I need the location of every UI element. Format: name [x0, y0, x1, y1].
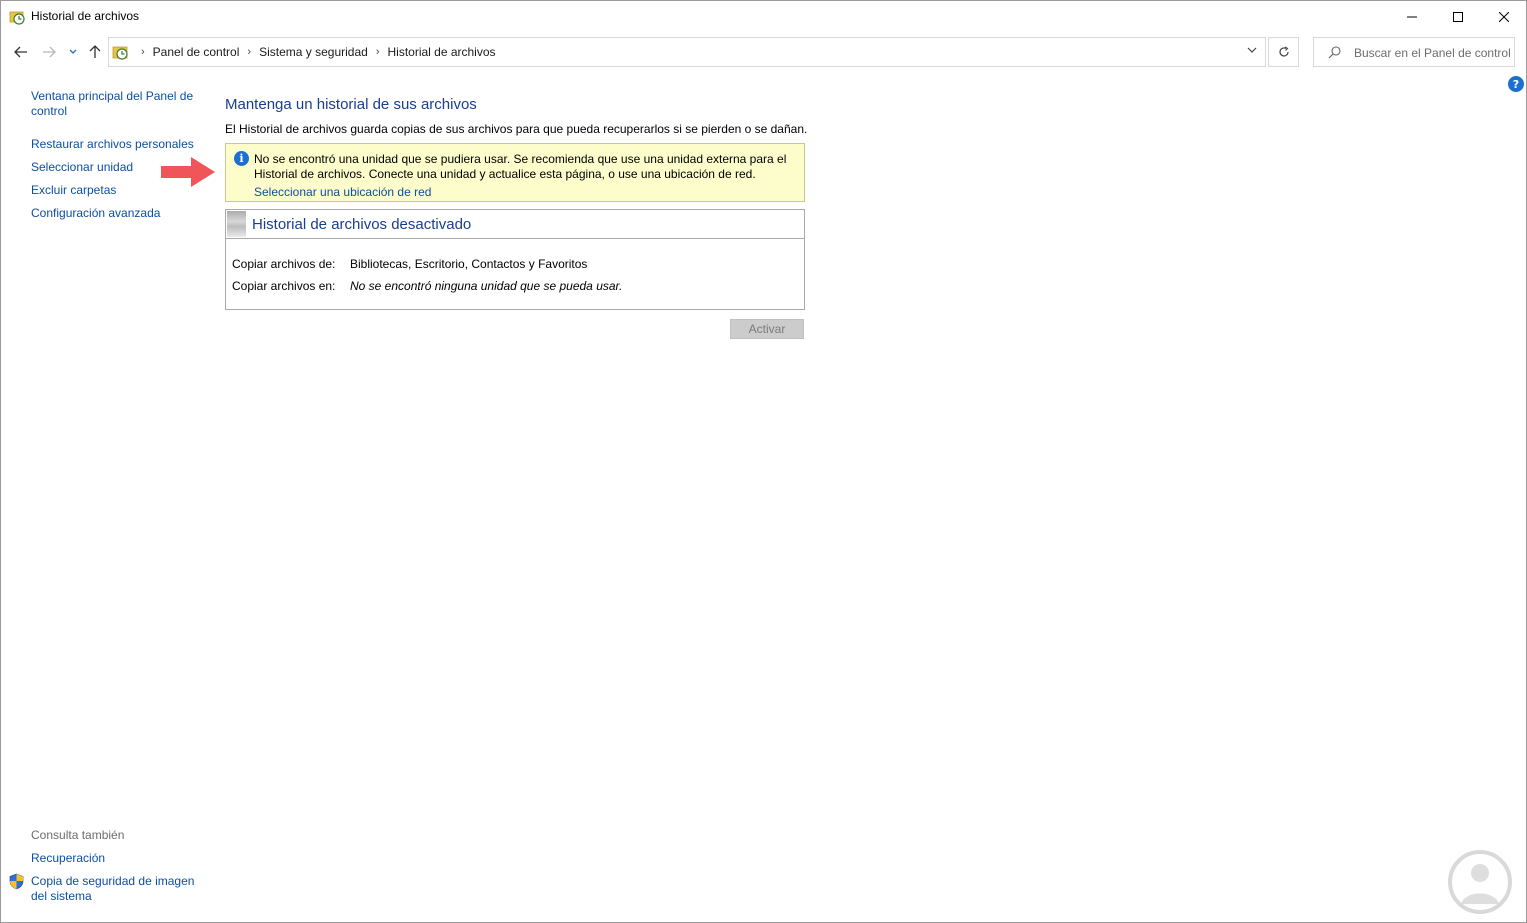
title-bar: Historial de archivos: [1, 1, 1526, 32]
shield-icon: [9, 873, 24, 890]
search-icon: [1328, 46, 1341, 59]
control-panel-home-link[interactable]: Ventana principal del Panel de control: [31, 89, 201, 119]
control-panel-icon: [112, 46, 128, 60]
close-button[interactable]: [1481, 1, 1527, 32]
status-panel-header: Historial de archivos desactivado: [226, 210, 804, 239]
address-dropdown-icon[interactable]: [1247, 46, 1257, 54]
up-arrow-icon: [89, 45, 101, 58]
advanced-settings-link[interactable]: Configuración avanzada: [31, 206, 160, 221]
recovery-link[interactable]: Recuperación: [31, 851, 105, 866]
breadcrumb-separator-icon: ›: [247, 46, 252, 58]
breadcrumb: › Panel de control › Sistema y seguridad…: [133, 45, 496, 59]
see-also-heading: Consulta también: [31, 828, 125, 842]
page-description: El Historial de archivos guarda copias d…: [225, 122, 808, 136]
navigation-bar: › Panel de control › Sistema y seguridad…: [1, 36, 1526, 68]
breadcrumb-system-security[interactable]: Sistema y seguridad: [259, 45, 368, 59]
recent-locations-button[interactable]: [65, 42, 81, 62]
status-panel-title: Historial de archivos desactivado: [252, 216, 472, 233]
breadcrumb-separator-icon: ›: [375, 46, 380, 58]
back-arrow-icon: [14, 46, 27, 58]
help-button[interactable]: ?: [1508, 76, 1524, 92]
copy-from-label: Copiar archivos de:: [232, 257, 336, 271]
maximize-button[interactable]: [1435, 1, 1481, 32]
breadcrumb-separator-icon: ›: [141, 46, 145, 58]
file-history-app-icon: [9, 11, 25, 25]
address-bar[interactable]: › Panel de control › Sistema y seguridad…: [108, 37, 1266, 67]
info-bar: i No se encontró una unidad que se pudie…: [225, 143, 805, 202]
file-history-window: Historial de archivos › Panel de control…: [0, 0, 1527, 923]
select-drive-link[interactable]: Seleccionar unidad: [31, 160, 133, 175]
pointer-arrow-icon: [161, 157, 215, 187]
minimize-icon: [1407, 16, 1417, 17]
info-message: No se encontró una unidad que se pudiera…: [254, 152, 787, 181]
copy-from-value: Bibliotecas, Escritorio, Contactos y Fav…: [350, 257, 588, 271]
close-icon: [1499, 11, 1509, 22]
status-panel: Historial de archivos desactivado Copiar…: [225, 209, 805, 310]
exclude-folders-link[interactable]: Excluir carpetas: [31, 183, 116, 198]
page-title: Mantenga un historial de sus archivos: [225, 96, 477, 113]
forward-arrow-icon: [43, 46, 56, 58]
search-input[interactable]: Buscar en el Panel de control: [1313, 37, 1515, 67]
restore-personal-files-link[interactable]: Restaurar archivos personales: [31, 137, 194, 152]
back-button[interactable]: [11, 42, 31, 62]
drive-icon: [227, 211, 246, 237]
copy-to-label: Copiar archivos en:: [232, 279, 336, 293]
refresh-button[interactable]: [1268, 37, 1299, 67]
refresh-icon: [1278, 46, 1289, 57]
activate-button[interactable]: Activar: [730, 319, 804, 339]
system-image-backup-link[interactable]: Copia de seguridad de imagen del sistema: [31, 874, 201, 904]
copy-to-value: No se encontró ninguna unidad que se pue…: [350, 279, 623, 293]
minimize-button[interactable]: [1389, 1, 1435, 32]
breadcrumb-file-history[interactable]: Historial de archivos: [387, 45, 495, 59]
up-button[interactable]: [85, 42, 105, 62]
window-title: Historial de archivos: [31, 9, 140, 23]
watermark-logo-icon: [1448, 850, 1512, 914]
info-icon: i: [234, 151, 249, 166]
maximize-icon: [1453, 11, 1463, 22]
select-network-location-link[interactable]: Seleccionar una ubicación de red: [254, 185, 431, 199]
forward-button[interactable]: [39, 42, 59, 62]
search-placeholder: Buscar en el Panel de control: [1354, 46, 1511, 60]
breadcrumb-control-panel[interactable]: Panel de control: [153, 45, 240, 59]
chevron-down-icon: [69, 49, 77, 54]
